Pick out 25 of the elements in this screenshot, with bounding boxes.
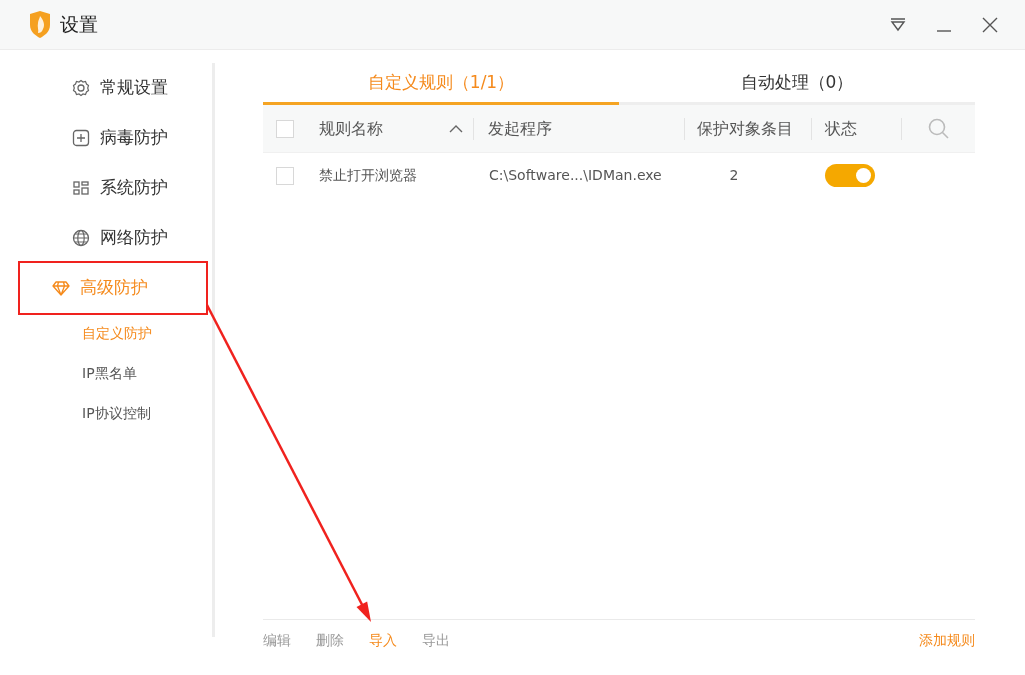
sidebar-subitem[interactable]: IP协议控制 <box>0 393 151 433</box>
table-cell-text: C:\Software...\IDMan.exe <box>489 166 663 185</box>
column-header[interactable]: 发起程序 <box>488 116 684 141</box>
grid-icon <box>72 179 90 197</box>
toggle-switch[interactable] <box>825 164 875 187</box>
sidebar-subitem[interactable]: IP黑名单 <box>0 353 137 393</box>
sidebar-item[interactable]: 系统防护 <box>20 163 206 213</box>
shield-flame-logo <box>28 11 52 38</box>
select-all-checkbox[interactable] <box>276 119 294 138</box>
row-checkbox[interactable] <box>276 166 294 185</box>
search-icon[interactable] <box>928 118 949 139</box>
table-cell-text: 禁止打开浏览器 <box>319 166 418 185</box>
plus-square-icon <box>72 129 90 147</box>
window-title: 设置 <box>60 12 98 38</box>
sidebar-item[interactable]: 病毒防护 <box>20 113 206 163</box>
table-cell-text: 2 <box>728 166 740 185</box>
settings-icon <box>72 79 90 97</box>
sidebar-item[interactable]: 网络防护 <box>20 213 206 263</box>
globe-icon <box>72 229 90 247</box>
column-header[interactable]: 状态 <box>825 116 901 141</box>
sidebar-item[interactable]: 常规设置 <box>20 63 206 113</box>
column-header[interactable]: 保护对象条目 <box>697 116 811 141</box>
diamond-icon <box>52 279 70 297</box>
column-header[interactable]: 规则名称 <box>319 116 449 141</box>
sort-ascending-icon[interactable] <box>449 124 463 133</box>
